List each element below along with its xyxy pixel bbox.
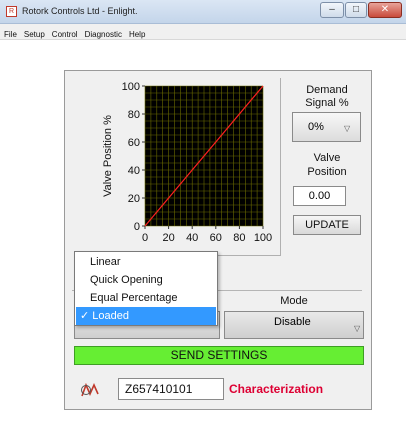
serial-number-field[interactable]: Z657410101 [118,378,224,400]
valve-label-line2: Position [307,166,347,178]
y-tick-label: 0 [134,221,140,233]
menu-control[interactable]: Control [48,27,81,39]
menu-file[interactable]: File [0,27,20,39]
option-linear[interactable]: Linear [76,253,216,271]
menu-setup[interactable]: Setup [20,27,48,39]
y-tick-label: 40 [128,165,140,177]
menu-help[interactable]: Help [125,27,148,39]
option-equal-percentage[interactable]: Equal Percentage [76,289,216,307]
demand-signal-value: 0% [308,121,324,133]
option-quick-opening[interactable]: Quick Opening [76,271,216,289]
title-bar: R Rotork Controls Ltd - Enlight. – □ ✕ [0,0,406,24]
mode-select[interactable]: Disable ▽ [224,311,364,339]
minimize-button[interactable]: – [320,2,344,18]
characterization-label: Characterization [229,382,324,396]
option-loaded[interactable]: ✓ Loaded [76,307,216,325]
demand-label-line1: Demand [306,84,348,96]
valve-position-field: 0.00 [293,186,346,206]
valve-label-line1: Valve [313,152,341,164]
x-tick-label: 60 [210,232,222,244]
y-tick-label: 80 [128,109,140,121]
send-settings-button[interactable]: SEND SETTINGS [74,346,364,365]
x-tick-label: 20 [162,232,174,244]
close-button[interactable]: ✕ [368,2,402,18]
x-tick-label: 100 [254,232,272,244]
menu-diagnostic[interactable]: Diagnostic [81,27,125,39]
window-title: Rotork Controls Ltd - Enlight. [22,6,138,16]
app-icon: R [6,6,17,17]
rotork-logo-icon [81,382,99,397]
demand-signal-select[interactable]: 0% ▽ [292,112,361,142]
y-axis-label: Valve Position % [102,115,114,197]
menu-bar: File Setup Control Diagnostic Help [0,24,406,40]
y-tick-label: 100 [122,81,140,93]
chevron-down-icon: ▽ [344,124,351,133]
update-button[interactable]: UPDATE [293,215,361,235]
x-tick-label: 80 [233,232,245,244]
y-tick-label: 60 [128,137,140,149]
maximize-button[interactable]: □ [345,2,367,18]
demand-label-line2: Signal % [305,97,349,109]
x-tick-label: 0 [142,232,148,244]
mode-value: Disable [274,316,311,328]
characterization-chart: 0 20 40 60 80 100 0 20 40 60 80 100 Valve Position % [102,81,272,244]
y-tick-label: 20 [128,193,140,205]
chevron-down-icon: ▽ [354,324,361,333]
x-tick-label: 40 [186,232,198,244]
mode-label: Mode [280,295,308,307]
characteristic-dropdown-list: Linear Quick Opening Equal Percentage ✓ … [74,251,218,326]
